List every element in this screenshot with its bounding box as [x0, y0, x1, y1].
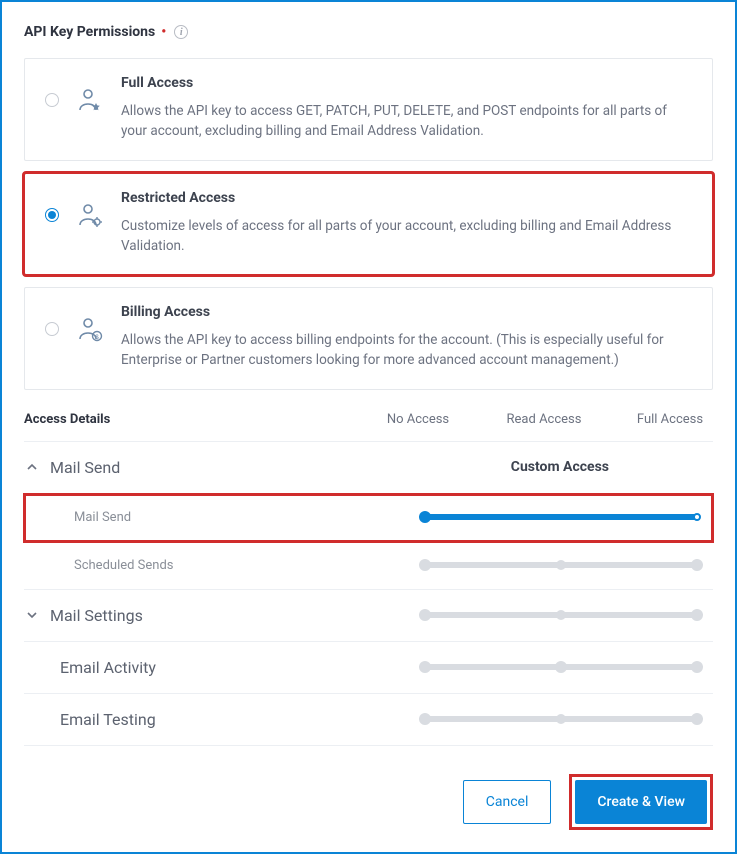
- row-label: Mail Send: [50, 458, 501, 477]
- create-view-button[interactable]: Create & View: [575, 780, 707, 824]
- sub-row-label: Mail Send: [42, 510, 411, 525]
- row-label: Mail Settings: [50, 606, 411, 625]
- required-star-icon: •: [161, 24, 166, 40]
- option-title: Restricted Access: [121, 190, 692, 206]
- access-details-title: Access Details: [24, 412, 110, 427]
- section-title: API Key Permissions • i: [24, 24, 713, 40]
- user-dollar-icon: $: [77, 316, 103, 342]
- custom-access-badge: Custom Access: [511, 459, 609, 475]
- radio-2[interactable]: [45, 322, 59, 336]
- group-row-mail-settings[interactable]: Mail Settings: [24, 590, 713, 642]
- access-slider[interactable]: [421, 512, 701, 522]
- permission-option-billing-access[interactable]: $ Billing Access Allows the API key to a…: [24, 287, 713, 390]
- option-title: Billing Access: [121, 304, 692, 320]
- info-icon[interactable]: i: [174, 25, 188, 39]
- permission-option-restricted-access[interactable]: Restricted Access Customize levels of ac…: [24, 173, 713, 276]
- radio-1[interactable]: [45, 208, 59, 222]
- sub-row-mail-send: Mail Send: [24, 494, 713, 542]
- radio-0[interactable]: [45, 93, 59, 107]
- access-slider[interactable]: [421, 714, 701, 724]
- option-desc: Allows the API key to access billing end…: [121, 330, 692, 371]
- sub-row-scheduled-sends: Scheduled Sends: [24, 542, 713, 590]
- user-gear-icon: [77, 202, 103, 228]
- chevron-up-icon[interactable]: [24, 459, 40, 475]
- option-desc: Allows the API key to access GET, PATCH,…: [121, 101, 692, 142]
- item-row-email-activity: Email Activity: [24, 642, 713, 694]
- row-label: Email Testing: [60, 710, 411, 729]
- col-full-access: Full Access: [627, 412, 713, 427]
- access-slider[interactable]: [421, 560, 701, 570]
- option-desc: Customize levels of access for all parts…: [121, 216, 692, 257]
- section-title-text: API Key Permissions: [24, 24, 155, 40]
- permission-option-full-access[interactable]: Full Access Allows the API key to access…: [24, 58, 713, 161]
- user-star-icon: [77, 87, 103, 113]
- row-label: Email Activity: [60, 658, 411, 677]
- item-row-email-testing: Email Testing: [24, 694, 713, 746]
- chevron-down-icon[interactable]: [24, 607, 40, 623]
- option-title: Full Access: [121, 75, 692, 91]
- col-read-access: Read Access: [501, 412, 587, 427]
- cancel-button[interactable]: Cancel: [463, 780, 552, 824]
- sub-row-label: Scheduled Sends: [42, 558, 411, 573]
- access-slider[interactable]: [421, 610, 701, 620]
- create-view-highlight: Create & View: [569, 774, 713, 830]
- group-row-mail-send[interactable]: Mail Send Custom Access: [24, 442, 713, 494]
- col-no-access: No Access: [375, 412, 461, 427]
- access-slider[interactable]: [421, 662, 701, 672]
